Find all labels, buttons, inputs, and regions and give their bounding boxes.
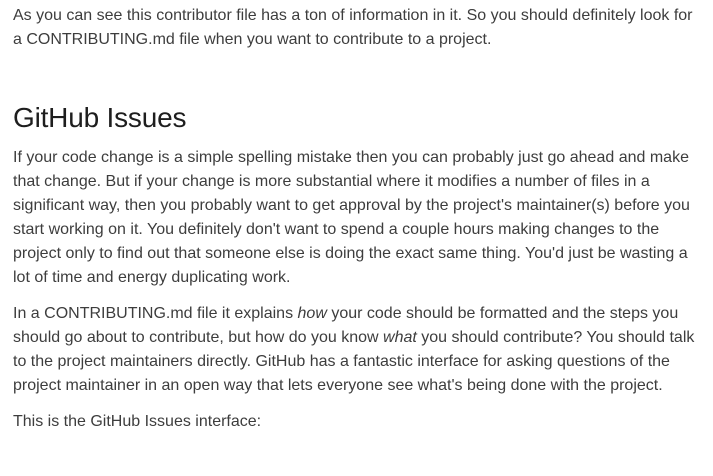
paragraph-text: In a CONTRIBUTING.md file it explains bbox=[13, 305, 298, 322]
intro-paragraph: As you can see this contributor file has… bbox=[13, 7, 693, 48]
article-body: As you can see this contributor file has… bbox=[13, 4, 703, 434]
paragraph-approval: If your code change is a simple spelling… bbox=[13, 149, 690, 286]
paragraph-issues-interface: This is the GitHub Issues interface: bbox=[13, 413, 262, 430]
section-heading-github-issues: GitHub Issues bbox=[13, 102, 187, 133]
emphasis-how: how bbox=[297, 305, 327, 322]
emphasis-what: what bbox=[383, 329, 417, 346]
paragraph-contributing: In a CONTRIBUTING.md file it explains ho… bbox=[13, 302, 703, 398]
